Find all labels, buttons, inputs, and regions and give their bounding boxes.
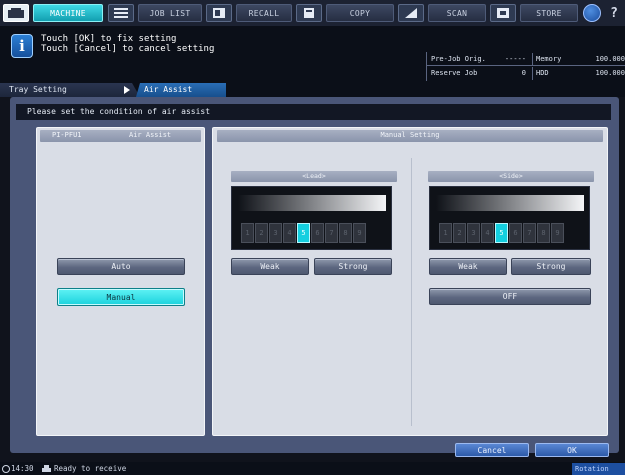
lead-strong-button[interactable]: Strong	[314, 258, 392, 275]
status-row-reserve: Reserve Job 0 HDD 100.000	[427, 67, 625, 80]
tab-scan-label: SCAN	[428, 4, 486, 22]
tab-machine[interactable]: MACHINE	[3, 4, 103, 22]
message-line-1: Touch [OK] to fix setting	[41, 34, 177, 44]
question-icon[interactable]: ?	[606, 4, 622, 22]
side-level-6[interactable]: 6	[509, 223, 522, 243]
side-level-cells: 123456789	[439, 223, 564, 243]
tab-job-list-label: JOB LIST	[138, 4, 202, 22]
job-status-table: Pre-Job Orig. ----- Memory 100.000 Reser…	[426, 52, 625, 81]
lead-level-2[interactable]: 2	[255, 223, 268, 243]
side-intensity-gradient	[436, 195, 584, 211]
side-level-8[interactable]: 8	[537, 223, 550, 243]
copy-icon	[296, 4, 322, 22]
lead-level-6[interactable]: 6	[311, 223, 324, 243]
side-level-4[interactable]: 4	[481, 223, 494, 243]
side-off-button[interactable]: OFF	[429, 288, 591, 305]
tab-copy-label: COPY	[326, 4, 394, 22]
breadcrumb: Tray Setting Air Assist	[0, 82, 625, 97]
side-header: <Side>	[428, 171, 594, 182]
left-panel-title: Air Assist	[129, 131, 172, 139]
cancel-button[interactable]: Cancel	[455, 443, 529, 457]
pre-job-value: -----	[504, 55, 526, 63]
mode-bar: MACHINE JOB LIST RECALL COPY SCAN STORE …	[0, 0, 625, 26]
side-level-meter: 123456789	[429, 186, 590, 250]
side-level-1[interactable]: 1	[439, 223, 452, 243]
lead-level-7[interactable]: 7	[325, 223, 338, 243]
lead-level-3[interactable]: 3	[269, 223, 282, 243]
auto-button[interactable]: Auto	[57, 258, 185, 275]
pre-job-label: Pre-Job Orig.	[431, 55, 486, 63]
side-level-3[interactable]: 3	[467, 223, 480, 243]
tab-job-list[interactable]: JOB LIST	[108, 4, 202, 22]
tab-recall-label: RECALL	[236, 4, 292, 22]
lead-level-1[interactable]: 1	[241, 223, 254, 243]
memory-value: 100.000	[595, 55, 625, 63]
machine-icon	[3, 4, 29, 22]
lead-intensity-gradient	[238, 195, 386, 211]
breadcrumb-tray-setting[interactable]: Tray Setting	[0, 83, 140, 97]
clock-time: 14:30	[11, 464, 34, 473]
reserve-job-label: Reserve Job	[431, 69, 478, 77]
job-list-icon	[108, 4, 134, 22]
lead-level-4[interactable]: 4	[283, 223, 296, 243]
ok-button[interactable]: OK	[535, 443, 609, 457]
side-level-5[interactable]: 5	[495, 223, 508, 243]
scan-icon	[398, 4, 424, 22]
reserve-job-value: 0	[521, 69, 526, 77]
tab-copy[interactable]: COPY	[296, 4, 394, 22]
lead-level-5[interactable]: 5	[297, 223, 310, 243]
ready-status: Ready to receive	[54, 464, 127, 473]
memory-label: Memory	[536, 55, 562, 63]
rotation-indicator: Rotation	[572, 463, 625, 475]
hdd-value: 100.000	[595, 69, 625, 77]
air-assist-mode-panel	[36, 127, 205, 436]
tab-scan[interactable]: SCAN	[398, 4, 486, 22]
clock-icon	[2, 465, 10, 473]
side-level-2[interactable]: 2	[453, 223, 466, 243]
info-icon: i	[11, 34, 33, 58]
store-icon	[490, 4, 516, 22]
side-level-9[interactable]: 9	[551, 223, 564, 243]
status-bar: 14:30 Ready to receive Rotation	[0, 462, 625, 475]
lead-level-8[interactable]: 8	[339, 223, 352, 243]
panel-divider	[411, 158, 412, 426]
lead-level-9[interactable]: 9	[353, 223, 366, 243]
manual-setting-title: Manual Setting	[380, 131, 440, 139]
lead-weak-button[interactable]: Weak	[231, 258, 309, 275]
printer-icon	[42, 465, 51, 475]
lead-level-cells: 123456789	[241, 223, 366, 243]
side-weak-button[interactable]: Weak	[429, 258, 507, 275]
tab-store[interactable]: STORE	[490, 4, 578, 22]
hdd-label: HDD	[536, 69, 549, 77]
instruction-text: Please set the condition of air assist	[27, 107, 211, 116]
manual-button[interactable]: Manual	[57, 288, 185, 306]
recall-icon	[206, 4, 232, 22]
status-row-prejob: Pre-Job Orig. ----- Memory 100.000	[427, 53, 625, 66]
side-level-7[interactable]: 7	[523, 223, 536, 243]
tab-recall[interactable]: RECALL	[206, 4, 292, 22]
breadcrumb-arrow-icon	[124, 86, 130, 94]
side-strong-button[interactable]: Strong	[511, 258, 591, 275]
tab-machine-label: MACHINE	[33, 4, 103, 22]
tray-name: PI-PFU1	[52, 131, 82, 139]
help-icon[interactable]	[583, 4, 601, 22]
lead-level-meter: 123456789	[231, 186, 392, 250]
breadcrumb-air-assist: Air Assist	[136, 83, 226, 97]
lead-header: <Lead>	[231, 171, 397, 182]
message-line-2: Touch [Cancel] to cancel setting	[41, 44, 215, 54]
tab-store-label: STORE	[520, 4, 578, 22]
